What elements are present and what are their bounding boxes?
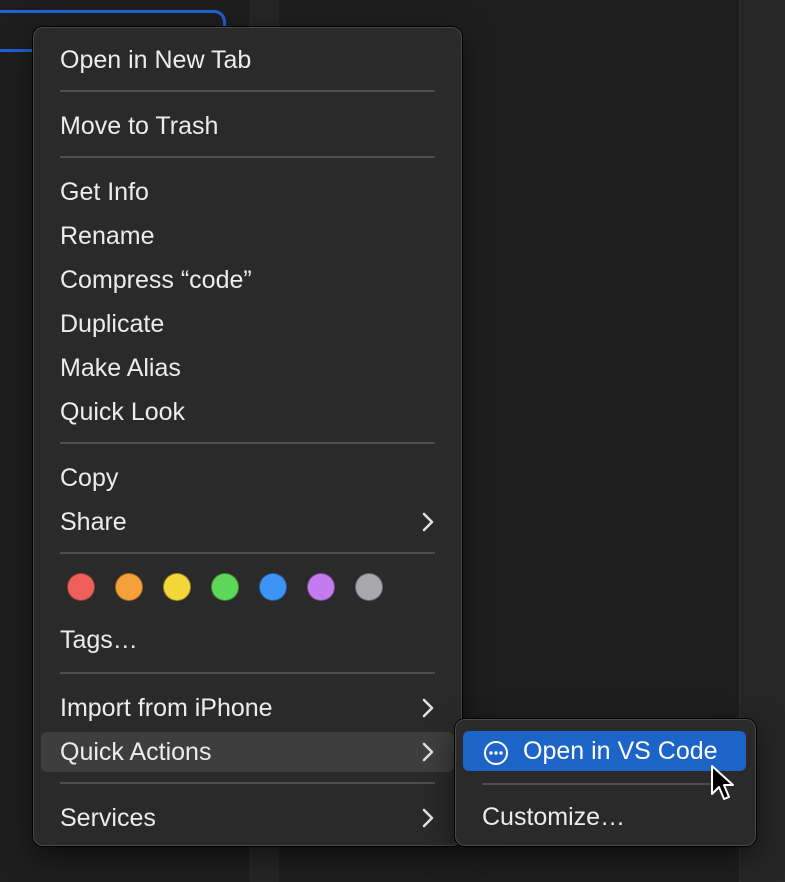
chevron-right-icon [421, 732, 435, 772]
menu-item-tags[interactable]: Tags… [41, 620, 454, 660]
chevron-right-icon [421, 502, 435, 542]
chevron-right-icon [421, 688, 435, 728]
menu-item-open-in-new-tab[interactable]: Open in New Tab [41, 40, 454, 80]
tag-purple-dot[interactable] [307, 573, 335, 601]
menu-item-label: Rename [60, 222, 155, 250]
menu-item-services[interactable]: Services [41, 798, 454, 838]
tag-green-dot[interactable] [211, 573, 239, 601]
menu-item-quick-look[interactable]: Quick Look [41, 392, 454, 432]
menu-item-label: Customize… [482, 803, 626, 831]
mouse-pointer-icon [710, 764, 736, 802]
tag-red-dot[interactable] [67, 573, 95, 601]
menu-item-label: Copy [60, 464, 119, 492]
menu-item-label: Open in VS Code [523, 737, 718, 765]
menu-item-label: Make Alias [60, 354, 181, 382]
menu-item-label: Quick Actions [60, 738, 212, 766]
chevron-right-icon [421, 798, 435, 838]
menu-item-compress[interactable]: Compress “code” [41, 260, 454, 300]
menu-separator [482, 783, 729, 785]
submenu-item-open-in-vs-code[interactable]: Open in VS Code [463, 731, 746, 771]
ellipsis-circle-icon [483, 738, 509, 765]
tag-orange-dot[interactable] [115, 573, 143, 601]
menu-separator [60, 552, 435, 554]
menu-item-label: Quick Look [60, 398, 186, 426]
submenu-item-customize[interactable]: Customize… [463, 797, 746, 837]
menu-separator [60, 782, 435, 784]
menu-separator [60, 442, 435, 444]
context-menu: Open in New Tab Move to Trash Get Info R… [33, 27, 462, 846]
menu-item-label: Services [60, 804, 156, 832]
menu-item-label: Move to Trash [60, 112, 219, 140]
menu-item-label: Compress “code” [60, 266, 252, 294]
menu-item-quick-actions[interactable]: Quick Actions [41, 732, 454, 772]
menu-item-rename[interactable]: Rename [41, 216, 454, 256]
tag-blue-dot[interactable] [259, 573, 287, 601]
tag-yellow-dot[interactable] [163, 573, 191, 601]
menu-item-label: Open in New Tab [60, 46, 252, 74]
menu-item-make-alias[interactable]: Make Alias [41, 348, 454, 388]
menu-separator [60, 90, 435, 92]
menu-item-share[interactable]: Share [41, 502, 454, 542]
tag-gray-dot[interactable] [355, 573, 383, 601]
menu-item-duplicate[interactable]: Duplicate [41, 304, 454, 344]
menu-item-label: Tags… [60, 626, 138, 654]
menu-item-label: Duplicate [60, 310, 165, 338]
menu-separator [60, 156, 435, 158]
menu-item-label: Get Info [60, 178, 149, 206]
menu-item-copy[interactable]: Copy [41, 458, 454, 498]
menu-separator [60, 672, 435, 674]
menu-item-get-info[interactable]: Get Info [41, 172, 454, 212]
menu-item-label: Share [60, 508, 127, 536]
menu-item-move-to-trash[interactable]: Move to Trash [41, 106, 454, 146]
menu-item-label: Import from iPhone [60, 694, 273, 722]
menu-item-import-from-iphone[interactable]: Import from iPhone [41, 688, 454, 728]
